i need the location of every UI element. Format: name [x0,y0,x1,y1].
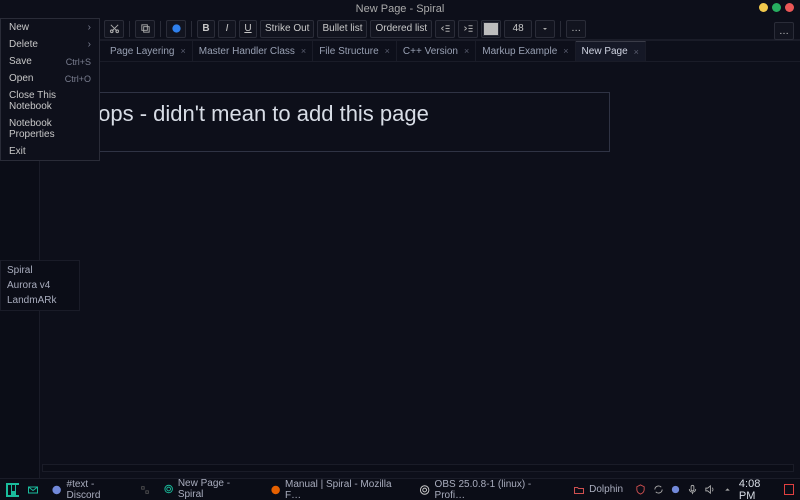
tab-close-icon[interactable]: × [634,47,639,57]
taskbar: #text - Discord New Page - Spiral Manual… [0,478,800,500]
menu-notebook-properties[interactable]: Notebook Properties [1,115,99,143]
task-dolphin[interactable]: Dolphin [569,484,627,496]
close-button[interactable] [785,3,794,12]
menu-open[interactable]: Open Ctrl+O [1,70,99,87]
menu-label: Exit [9,146,26,157]
minimize-button[interactable] [759,3,768,12]
menu-new[interactable]: New › [1,19,99,36]
chevron-right-icon: › [88,22,91,33]
tab-markup-example[interactable]: Markup Example × [476,41,575,61]
menu-exit[interactable]: Exit [1,143,99,160]
underline-button[interactable]: U [239,20,257,38]
tab-close-icon[interactable]: × [563,46,568,56]
system-tray: 4:08 PM [635,478,794,500]
discord-icon [51,484,62,496]
cut-icon[interactable] [104,20,124,38]
tab-master-handler-class[interactable]: Master Handler Class × [193,41,313,61]
tab-new-page[interactable]: New Page × [576,41,646,61]
menu-close-this-notebook[interactable]: Close This Notebook [1,87,99,115]
task-firefox[interactable]: Manual | Spiral - Mozilla F… [266,479,408,500]
spiral-icon [163,483,174,495]
menu-delete[interactable]: Delete › [1,36,99,53]
editor-text[interactable]: Oops - didn't mean to add this page [81,101,599,127]
task-label: #text - Discord [67,479,128,500]
strike-button[interactable]: Strike Out [260,20,314,38]
task-obs[interactable]: OBS 25.0.8-1 (linux) - Profi… [415,479,561,500]
task-label: Dolphin [589,484,623,495]
menu-label: Save [9,56,32,67]
bullet-list-button[interactable]: Bullet list [317,20,367,38]
bold-button[interactable]: B [197,20,215,38]
menu-shortcut: Ctrl+S [66,57,91,67]
menu-label: Open [9,73,33,84]
tab-file-structure[interactable]: File Structure × [313,41,397,61]
discord-tray-icon[interactable] [670,484,681,496]
obs-icon [419,484,430,496]
toolbar-overflow-right[interactable]: … [774,22,794,40]
italic-button[interactable]: I [218,20,236,38]
notebook-list: SpiralAurora v4LandmARk [0,260,80,311]
mic-icon[interactable] [687,484,698,496]
tab-c-version[interactable]: C++ Version × [397,41,476,61]
tab-close-icon[interactable]: × [385,46,390,56]
task-label: New Page - Spiral [178,478,254,500]
tab-page-layering[interactable]: Page Layering × [104,41,193,61]
indent-button[interactable] [458,20,478,38]
task-label: Manual | Spiral - Mozilla F… [285,479,403,500]
menu-label: New [9,22,29,33]
format-toolbar: B I U Strike Out Bullet list Ordered lis… [100,18,800,40]
tray-expand-icon[interactable] [722,484,733,496]
menu-label: Close This Notebook [9,90,91,112]
window-controls [759,3,794,12]
notebook-spiral[interactable]: Spiral [1,263,79,278]
tab-close-icon[interactable]: × [464,46,469,56]
tab-label: Master Handler Class [199,46,295,57]
volume-icon[interactable] [704,484,715,496]
menu-label: Delete [9,39,38,50]
tab-close-icon[interactable]: × [301,46,306,56]
tab-label: C++ Version [403,46,458,57]
maximize-button[interactable] [772,3,781,12]
ordered-list-button[interactable]: Ordered list [370,20,432,38]
window-title: New Page - Spiral [356,3,445,15]
font-size-select[interactable]: 48 [504,20,532,38]
mail-icon[interactable] [27,484,39,496]
tab-label: File Structure [319,46,378,57]
menu-save[interactable]: Save Ctrl+S [1,53,99,70]
tab-label: New Page [582,46,628,57]
tab-close-icon[interactable]: × [181,46,186,56]
font-size-dropdown[interactable] [535,20,555,38]
menu-shortcut: Ctrl+O [65,74,91,84]
tab-label: Page Layering [110,46,175,57]
task-label: OBS 25.0.8-1 (linux) - Profi… [435,479,558,500]
clock[interactable]: 4:08 PM [739,478,778,500]
toolbar-overflow-button[interactable]: … [566,20,586,38]
menu-label: Notebook Properties [9,118,91,140]
task-spiral[interactable]: New Page - Spiral [159,478,258,500]
editor-area[interactable]: Oops - didn't mean to add this page [70,92,610,152]
text-color-button[interactable] [481,20,501,38]
show-desktop-button[interactable] [784,484,794,495]
color-swatch-icon [483,22,499,36]
update-icon[interactable] [652,484,663,496]
title-bar: New Page - Spiral [0,0,800,18]
shield-icon[interactable] [635,484,646,496]
chevron-right-icon: › [88,39,91,50]
task-discord[interactable]: #text - Discord [47,479,131,500]
outdent-button[interactable] [435,20,455,38]
copy-icon[interactable] [135,20,155,38]
horizontal-scrollbar[interactable] [42,464,794,472]
notebook-landmark[interactable]: LandmARk [1,293,79,308]
separator-icon [139,484,150,496]
notebook-aurora-v4[interactable]: Aurora v4 [1,278,79,293]
page-tabs: Page Layering×Master Handler Class×File … [100,40,800,62]
start-menu-icon[interactable] [6,483,19,497]
folder-icon [573,484,585,496]
tab-label: Markup Example [482,46,557,57]
globe-icon[interactable] [166,20,186,38]
file-menu: New › Delete › Save Ctrl+S Open Ctrl+O Close Thi… [0,18,100,161]
firefox-icon [270,484,281,496]
